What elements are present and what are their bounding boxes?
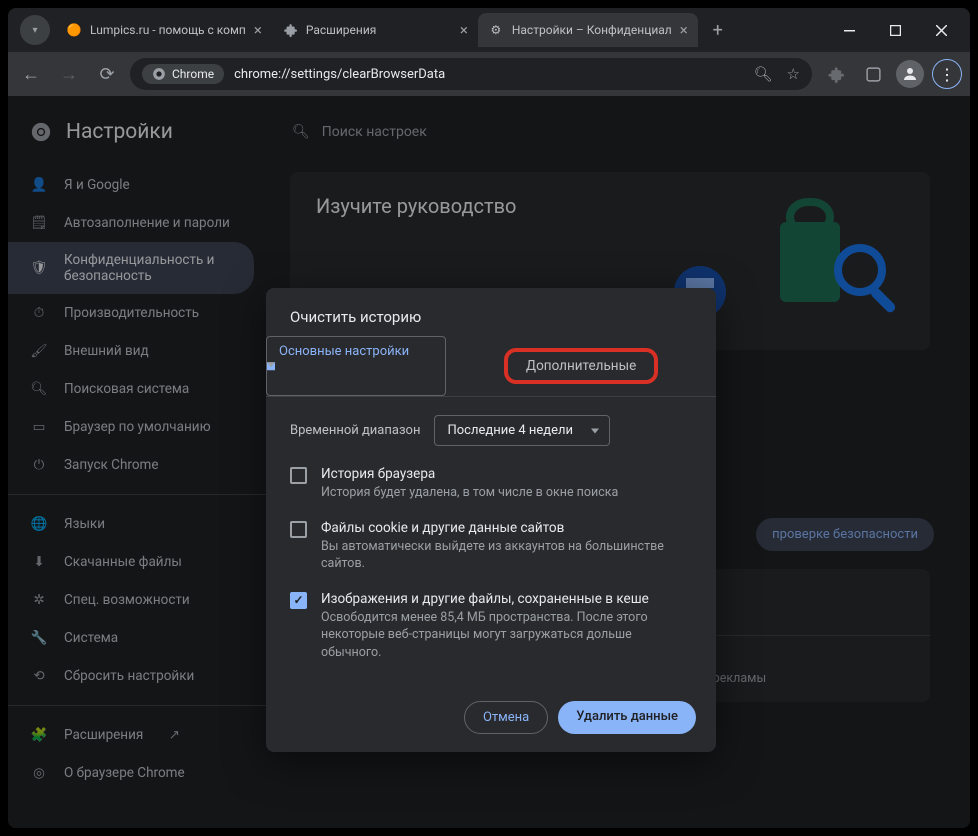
bookmark-icon[interactable]: ☆ [787,65,800,83]
gear-icon: ⚙ [488,22,504,38]
tab-settings[interactable]: ⚙ Настройки – Конфиденциал × [478,13,698,47]
dialog-title: Очистить историю [266,288,716,336]
omnibox[interactable]: Chrome chrome://settings/clearBrowserDat… [130,58,812,90]
forward-button[interactable]: → [54,59,84,89]
cache-checkbox-row[interactable]: ✓ Изображения и другие файлы, сохраненны… [290,591,692,662]
reload-button[interactable]: ⟳ [92,59,122,89]
checkbox-checked[interactable]: ✓ [290,592,307,609]
tab-advanced[interactable]: Дополнительные [446,336,716,396]
tab-advanced-label: Дополнительные [504,348,658,384]
menu-button[interactable]: ⋮ [932,59,962,89]
time-range-select[interactable]: Последние 4 недели [434,415,610,446]
cb-sub: История будет удалена, в том числе в окн… [321,484,618,502]
cb-sub: Вы автоматически выйдете из аккаунтов на… [321,538,692,573]
delete-data-button[interactable]: Удалить данные [558,701,696,734]
window-titlebar: ▾ 🟠 Lumpics.ru - помощь с комп × Расшире… [8,8,970,52]
site-chip-label: Chrome [172,67,214,81]
site-chip: Chrome [142,64,224,84]
checkbox[interactable] [290,521,307,538]
url-text: chrome://settings/clearBrowserData [234,67,445,82]
cb-title: Изображения и другие файлы, сохраненные … [321,591,692,607]
time-range-label: Временной диапазон [290,423,420,438]
cancel-button[interactable]: Отмена [464,701,548,734]
tab-title: Расширения [306,23,452,37]
search-in-page-icon[interactable]: 🔍︎ [754,65,773,83]
tab-lumpics[interactable]: 🟠 Lumpics.ru - помощь с комп × [56,13,272,47]
favicon-lumpics: 🟠 [66,22,82,38]
history-checkbox-row[interactable]: История браузера История будет удалена, в… [290,466,692,502]
cb-sub: Освободится менее 85,4 МБ пространства. … [321,609,692,662]
tab-title: Настройки – Конфиденциал [512,23,672,37]
tab-close-icon[interactable]: × [254,21,262,39]
cookies-checkbox-row[interactable]: Файлы cookie и другие данные сайтов Вы ав… [290,520,692,573]
new-tab-button[interactable]: + [704,16,732,44]
checkbox[interactable] [290,467,307,484]
favicon-ext [282,22,298,38]
cb-title: Файлы cookie и другие данные сайтов [321,520,692,536]
toolbar: ← → ⟳ Chrome chrome://settings/clearBrow… [8,52,970,96]
cb-title: История браузера [321,466,618,482]
tab-close-icon[interactable]: × [680,21,688,39]
window-minimize[interactable] [826,13,872,47]
tab-close-icon[interactable]: × [460,21,468,39]
tab-extensions[interactable]: Расширения × [272,13,478,47]
chrome-icon [152,67,166,81]
back-button[interactable]: ← [16,59,46,89]
tab-basic[interactable]: Основные настройки [266,336,446,396]
clear-history-dialog: Очистить историю Основные настройки Допо… [266,288,716,752]
window-maximize[interactable] [872,13,918,47]
profile-avatar[interactable] [896,60,924,88]
window-close[interactable] [918,13,964,47]
extensions-icon[interactable] [820,59,850,89]
tab-title: Lumpics.ru - помощь с комп [90,23,246,37]
all-tabs-button[interactable]: ▾ [20,15,50,45]
labs-icon[interactable] [858,59,888,89]
